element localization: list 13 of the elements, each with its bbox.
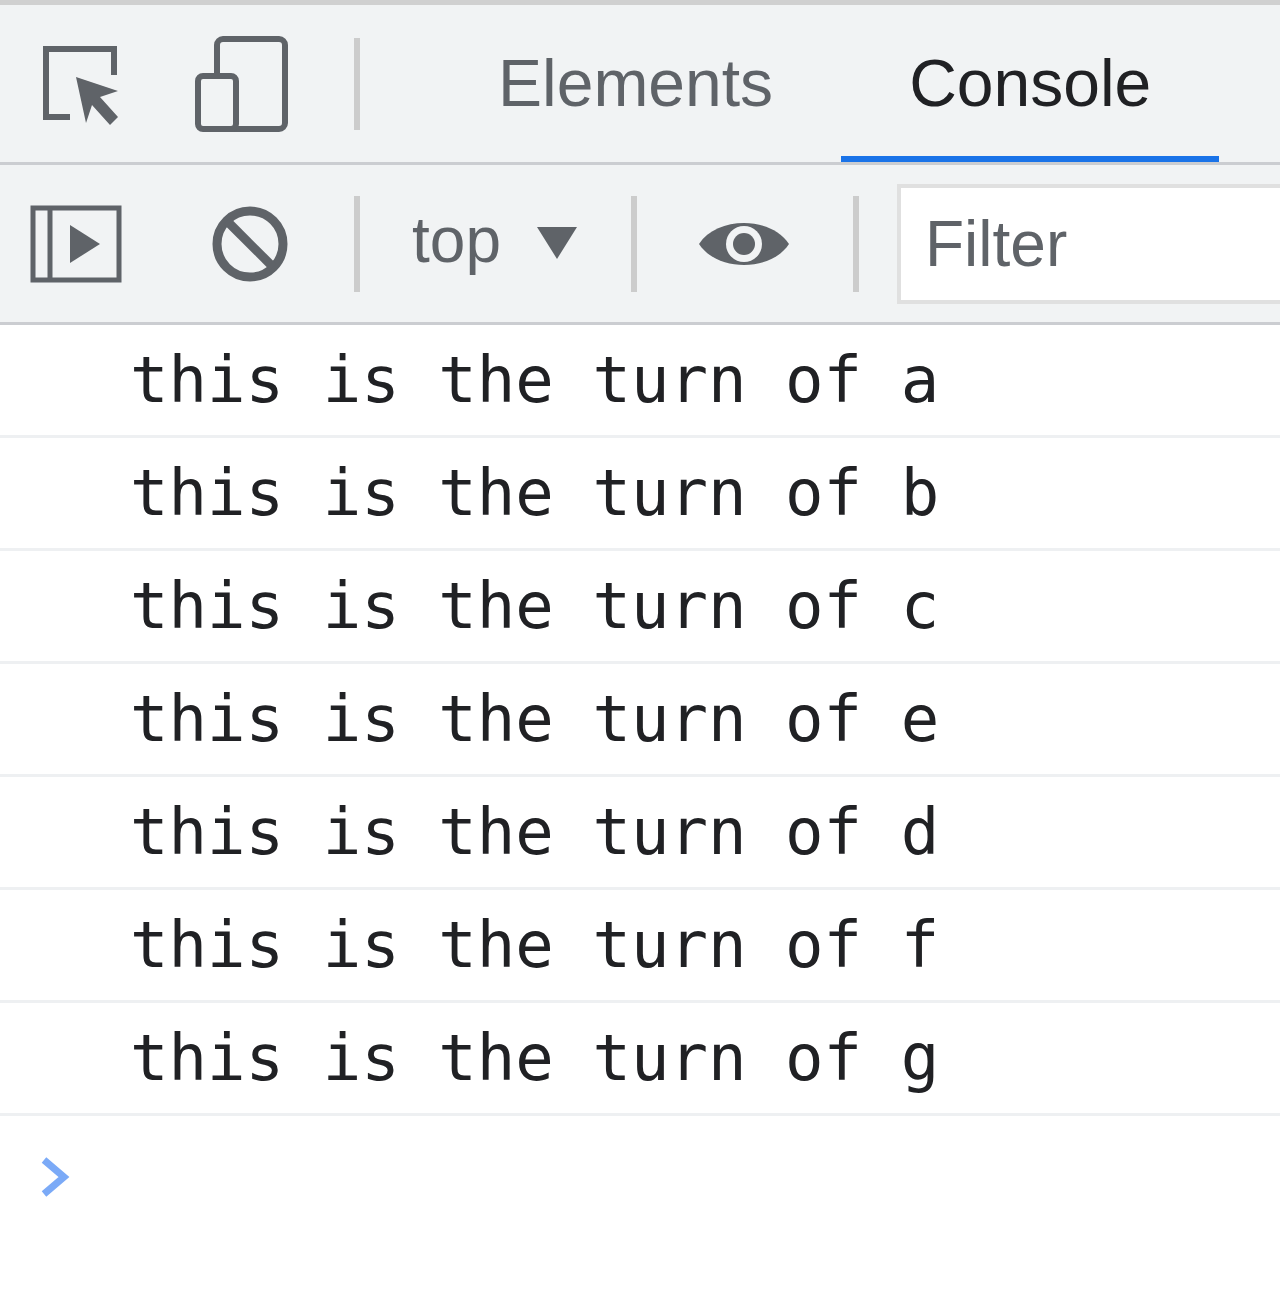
panel-tab[interactable]: Elements — [430, 5, 842, 162]
filter-field[interactable]: Filter — [896, 183, 1280, 304]
sidebar-icon[interactable] — [30, 204, 122, 283]
console-message: this is the turn of f — [130, 913, 940, 977]
caret-icon — [536, 226, 577, 259]
filter-input: Filter — [924, 195, 1280, 292]
console-message: this is the turn of b — [130, 461, 940, 525]
console-message: this is the turn of d — [130, 800, 940, 864]
context-dropdown[interactable]: top — [412, 207, 577, 280]
console-message: this is the turn of e — [130, 687, 940, 751]
console-message: this is the turn of c — [130, 574, 940, 638]
console-message: this is the turn of a — [130, 348, 940, 412]
device-icon[interactable] — [195, 35, 289, 132]
